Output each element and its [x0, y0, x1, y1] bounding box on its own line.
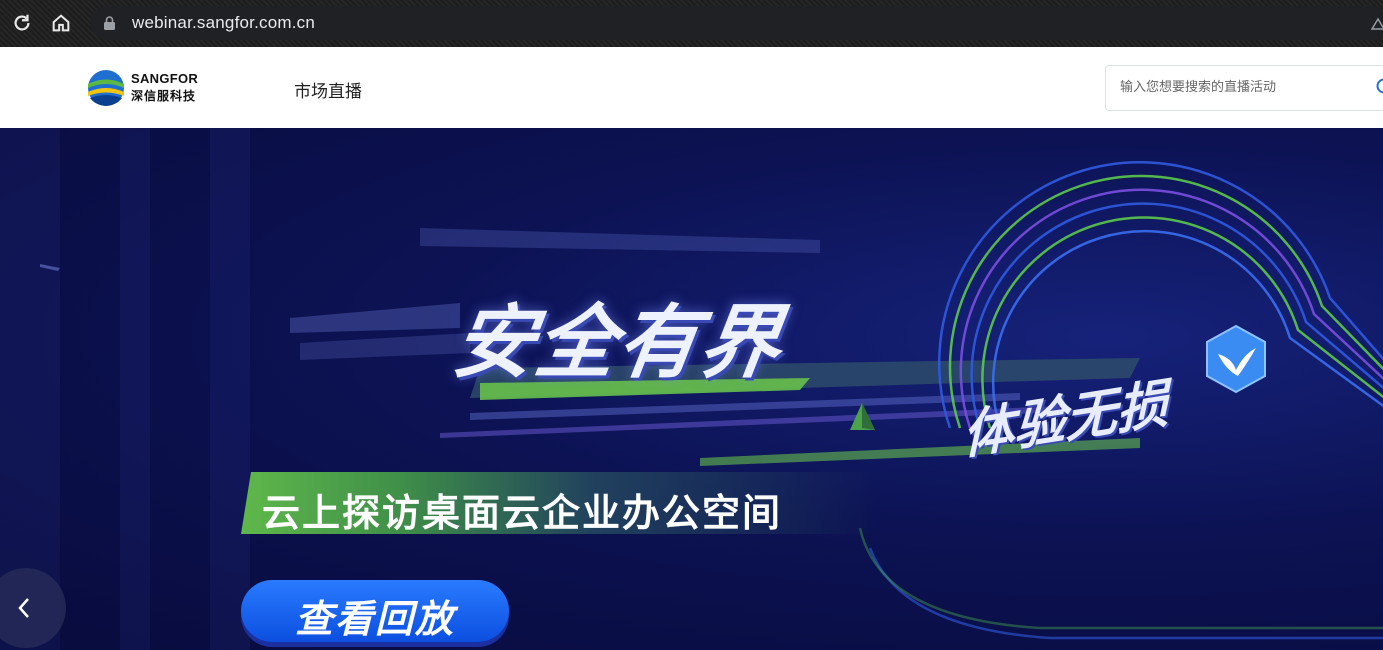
url-text[interactable]: webinar.sangfor.com.cn [132, 13, 315, 33]
lock-icon[interactable] [104, 16, 115, 30]
sangfor-logo[interactable]: SANGFOR 深信服科技 [87, 69, 202, 109]
browser-toolbar: webinar.sangfor.com.cn [0, 0, 1383, 47]
bird-logo-icon [1206, 324, 1266, 394]
search-box[interactable] [1105, 65, 1383, 111]
address-bar[interactable]: webinar.sangfor.com.cn [90, 6, 1383, 40]
search-icon[interactable] [1376, 78, 1383, 98]
extension-icon[interactable] [1370, 15, 1383, 31]
logo-text-en: SANGFOR [131, 71, 199, 86]
watch-replay-label: 查看回放 [294, 597, 455, 641]
banner-headline: 安全有界 [447, 296, 789, 389]
site-header: SANGFOR 深信服科技 市场直播 [0, 47, 1383, 128]
chevron-left-icon [18, 598, 29, 618]
logo-text-cn: 深信服科技 [131, 89, 197, 103]
hero-banner[interactable]: 安全有界 体验无损 云上探访桌面云企业办公空间 查看回放 [0, 128, 1383, 650]
nav-market-live[interactable]: 市场直播 [294, 77, 362, 102]
search-input[interactable] [1118, 78, 1358, 95]
watch-replay-button[interactable]: 查看回放 [241, 580, 509, 642]
reload-icon[interactable] [11, 12, 33, 34]
globe-logo-icon [88, 70, 124, 106]
banner-tagline: 云上探访桌面云企业办公空间 [262, 491, 783, 535]
home-icon[interactable] [50, 12, 72, 34]
